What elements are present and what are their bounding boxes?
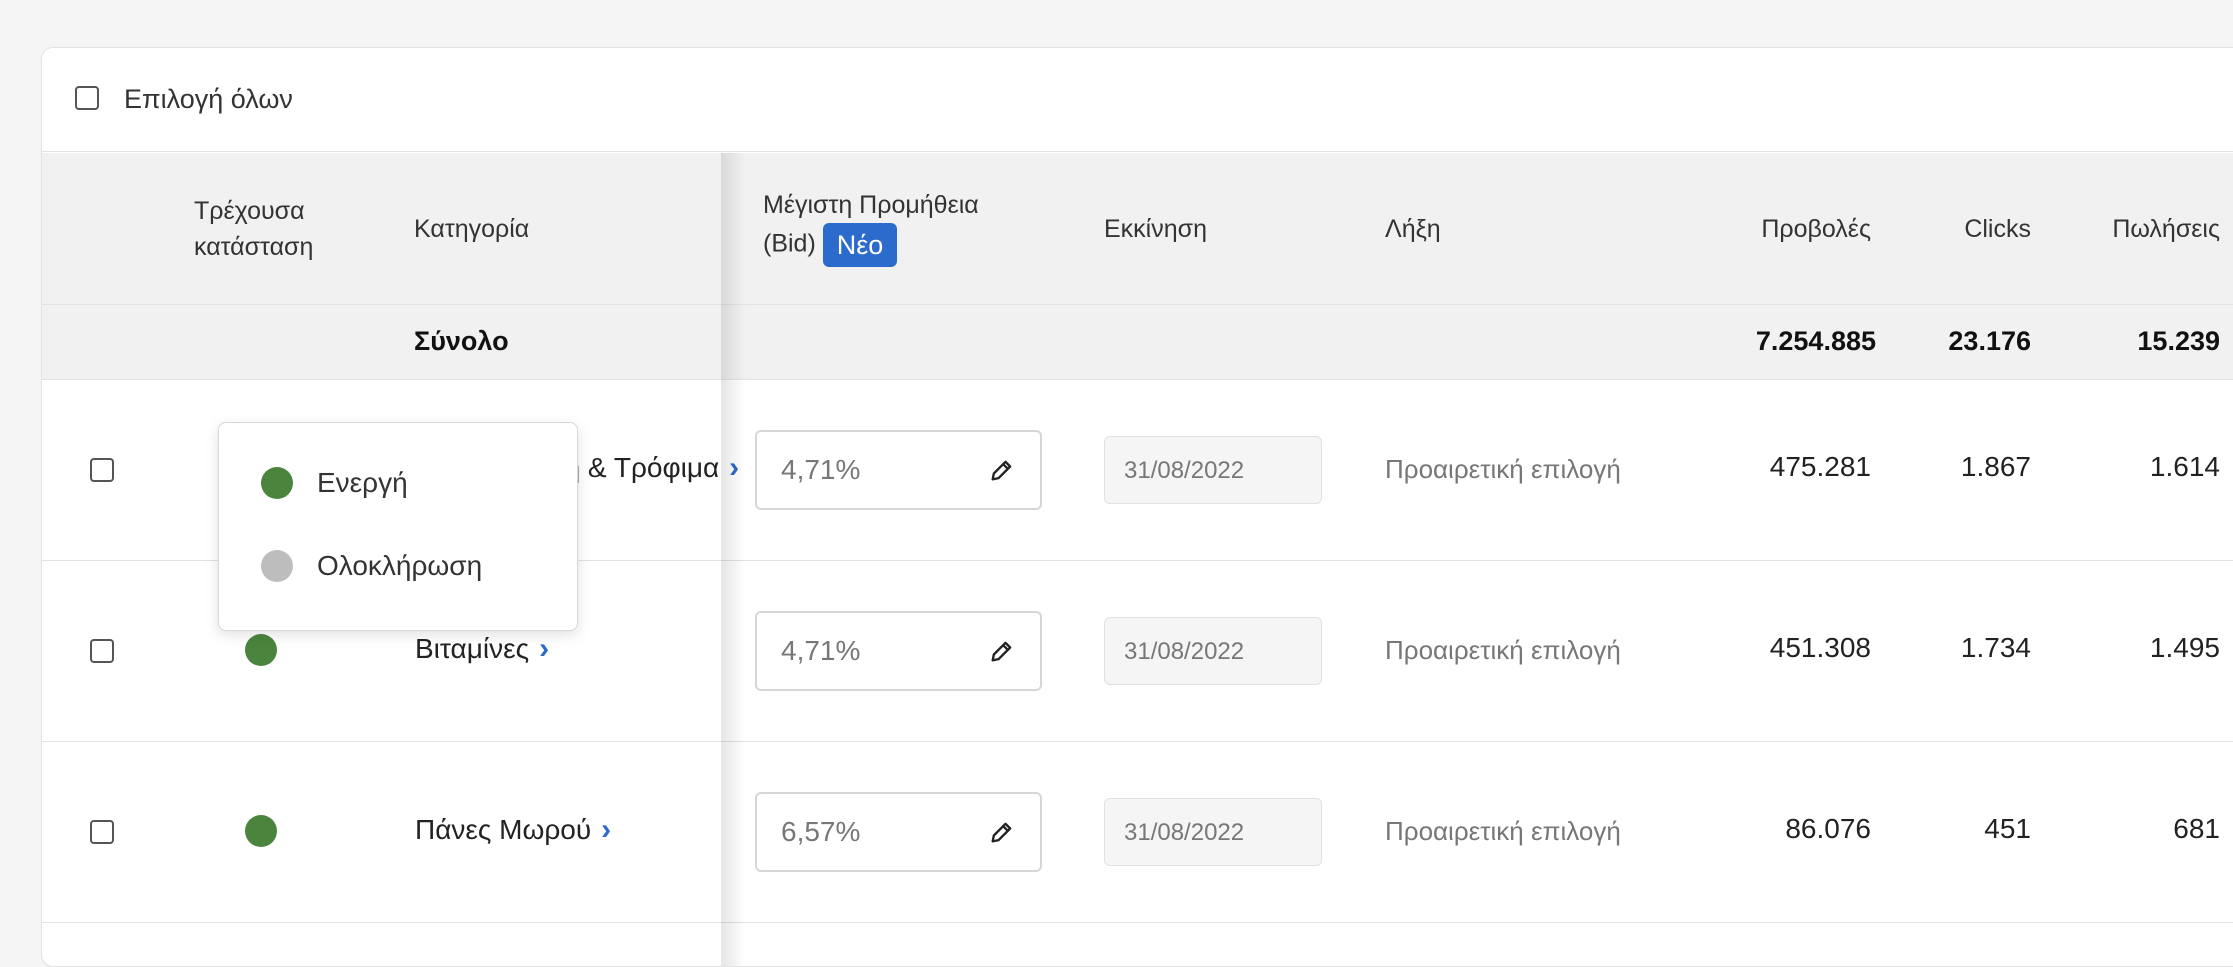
column-header-sales[interactable]: Πωλήσεις	[2042, 211, 2220, 247]
column-header-status[interactable]: Τρέχουσα κατάσταση	[194, 193, 313, 265]
bid-input[interactable]: 4,71%	[755, 611, 1042, 691]
impressions-value: 475.281	[1769, 451, 1871, 482]
column-header-category[interactable]: Κατηγορία	[414, 211, 529, 247]
column-header-start[interactable]: Εκκίνηση	[1104, 211, 1207, 247]
column-header-bid[interactable]: Μέγιστη Προμήθεια (Bid) Νέο	[763, 187, 979, 267]
row-checkbox[interactable]	[90, 820, 114, 844]
status-dropdown: Ενεργή Ολοκλήρωση	[218, 422, 578, 631]
bid-value: 6,57%	[781, 816, 861, 847]
column-header-bid-suffix: (Bid)	[763, 229, 816, 258]
totals-label: Σύνολο	[414, 326, 509, 356]
table-header: Τρέχουσα κατάσταση Κατηγορία Μέγιστη Προ…	[42, 153, 2233, 305]
column-header-end[interactable]: Λήξη	[1385, 211, 1441, 247]
start-date-value: 31/08/2022	[1124, 457, 1245, 484]
row-checkbox[interactable]	[90, 639, 114, 663]
totals-clicks: 23.176	[1948, 326, 2031, 356]
category-link[interactable]: Πάνες Μωρού ›	[415, 813, 611, 847]
totals-impressions: 7.254.885	[1755, 326, 1876, 356]
status-completed-dot-icon	[261, 550, 293, 582]
column-header-bid-line1: Μέγιστη Προμήθεια	[763, 191, 979, 219]
end-date-optional[interactable]: Προαιρετική επιλογή	[1385, 816, 1621, 847]
column-header-status-line1: Τρέχουσα	[194, 197, 305, 225]
select-all-checkbox[interactable]	[75, 86, 99, 110]
impressions-value: 86.076	[1785, 813, 1871, 844]
column-header-bid-line2: (Bid) Νέο	[763, 223, 979, 267]
status-active-dot-icon	[261, 467, 293, 499]
status-option-label: Ολοκλήρωση	[317, 550, 483, 581]
end-date-optional[interactable]: Προαιρετική επιλογή	[1385, 635, 1621, 666]
totals-row: Σύνολο 7.254.885 23.176 15.239	[42, 305, 2233, 380]
pencil-icon[interactable]	[988, 635, 1016, 667]
sales-value: 681	[2173, 813, 2220, 844]
sales-value: 1.614	[2149, 451, 2220, 482]
bid-value: 4,71%	[781, 635, 861, 666]
column-header-clicks[interactable]: Clicks	[1882, 211, 2031, 247]
column-header-status-line2: κατάσταση	[194, 233, 314, 261]
totals-sales: 15.239	[2137, 326, 2220, 356]
start-date-field[interactable]: 31/08/2022	[1104, 617, 1322, 685]
bid-input[interactable]: 4,71%	[755, 430, 1042, 510]
end-date-optional[interactable]: Προαιρετική επιλογή	[1385, 454, 1621, 485]
chevron-right-icon: ›	[601, 813, 612, 846]
bid-input[interactable]: 6,57%	[755, 792, 1042, 872]
chevron-right-icon: ›	[539, 632, 550, 665]
new-badge: Νέο	[822, 223, 898, 267]
pencil-icon[interactable]	[988, 454, 1016, 486]
status-option-active[interactable]: Ενεργή	[219, 427, 577, 507]
column-header-impressions[interactable]: Προβολές	[1642, 211, 1871, 247]
status-dot-icon[interactable]	[245, 815, 277, 847]
clicks-value: 1.734	[1960, 632, 2031, 663]
category-label: Βιταμίνες	[415, 633, 530, 664]
pencil-icon[interactable]	[988, 816, 1016, 848]
start-date-field[interactable]: 31/08/2022	[1104, 798, 1322, 866]
category-label: Πάνες Μωρού	[415, 814, 592, 845]
start-date-value: 31/08/2022	[1124, 819, 1245, 846]
status-option-completed[interactable]: Ολοκλήρωση	[219, 513, 577, 593]
chevron-right-icon: ›	[729, 451, 740, 484]
select-all-bar: Επιλογή όλων	[42, 48, 2233, 152]
bid-value: 4,71%	[781, 454, 861, 485]
status-dot-icon[interactable]	[245, 634, 277, 666]
start-date-field[interactable]: 31/08/2022	[1104, 436, 1322, 504]
status-option-label: Ενεργή	[317, 467, 408, 498]
table-row: Πάνες Μωρού › 6,57% 31/08/2022 Προαιρετικ…	[42, 742, 2233, 923]
impressions-value: 451.308	[1769, 632, 1871, 663]
row-checkbox[interactable]	[90, 458, 114, 482]
clicks-value: 1.867	[1960, 451, 2031, 482]
start-date-value: 31/08/2022	[1124, 638, 1245, 665]
clicks-value: 451	[1984, 813, 2031, 844]
sales-value: 1.495	[2149, 632, 2220, 663]
select-all-label: Επιλογή όλων	[124, 84, 293, 114]
category-link[interactable]: Βιταμίνες ›	[415, 632, 549, 666]
